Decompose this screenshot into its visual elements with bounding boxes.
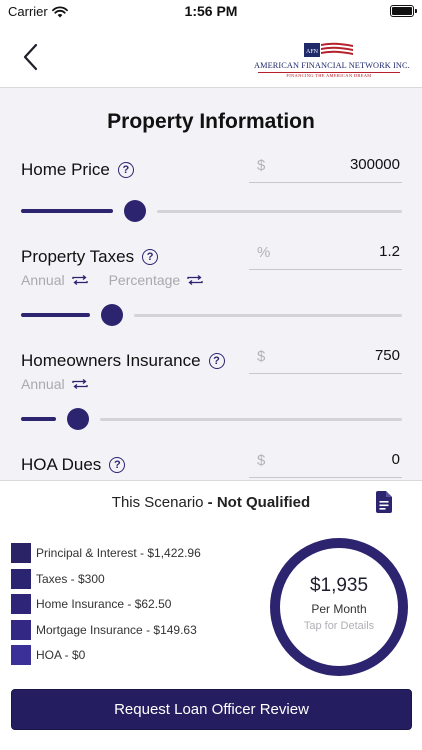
flag-logo-icon: AFN bbox=[304, 42, 353, 57]
legend-label: Taxes - $300 bbox=[36, 571, 105, 586]
logo-tagline: FINANCING THE AMERICAN DREAM bbox=[286, 73, 372, 78]
property-taxes-input[interactable]: % 1.2 bbox=[249, 240, 402, 270]
tax-mode-label: Percentage bbox=[108, 272, 181, 288]
homeowners-insurance-toggles: Annual bbox=[21, 376, 89, 392]
monthly-payment-amount: $1,935 bbox=[309, 575, 369, 596]
homeowners-insurance-label: Homeowners Insurance bbox=[21, 351, 201, 370]
company-logo: AFN AMERICAN FINANCIAL NETWORK INC. FINA… bbox=[254, 40, 410, 84]
legend-swatch bbox=[11, 543, 31, 563]
homeowners-insurance-help-icon[interactable]: ? bbox=[208, 353, 225, 369]
home-price-label: Home Price bbox=[21, 160, 110, 179]
payment-summary-panel: This Scenario - Not Qualified Principal … bbox=[0, 480, 422, 750]
status-time: 1:56 PM bbox=[184, 3, 238, 19]
slider-thumb[interactable] bbox=[67, 408, 89, 430]
monthly-payment-donut[interactable]: $1,935 Per Month Tap for Details bbox=[270, 538, 408, 676]
homeowners-insurance-value: 750 bbox=[374, 347, 400, 364]
legend-item: Principal & Interest - $1,422.96 bbox=[11, 543, 201, 563]
hoa-dues-help-icon[interactable]: ? bbox=[109, 457, 126, 473]
slider-fill bbox=[21, 313, 90, 317]
slider-track bbox=[134, 314, 402, 317]
property-taxes-toggles: Annual Percentage bbox=[21, 272, 204, 288]
scenario-qualification: - Not Qualified bbox=[203, 494, 311, 511]
repeat-icon bbox=[71, 274, 88, 286]
tax-period-toggle[interactable]: Annual bbox=[21, 272, 89, 288]
slider-thumb[interactable] bbox=[101, 304, 123, 326]
payment-breakdown-legend: Principal & Interest - $1,422.96 Taxes -… bbox=[11, 543, 201, 671]
tap-for-details-hint: Tap for Details bbox=[303, 620, 375, 632]
legend-label: Home Insurance - $62.50 bbox=[36, 597, 172, 612]
hoa-dues-label: HOA Dues bbox=[21, 455, 102, 474]
status-bar: Carrier 1:56 PM bbox=[0, 0, 422, 24]
home-price-help-icon[interactable]: ? bbox=[117, 162, 134, 178]
home-price-input[interactable]: $ 300000 bbox=[249, 153, 402, 183]
tax-period-label: Annual bbox=[21, 272, 65, 288]
legend-label: Principal & Interest - $1,422.96 bbox=[36, 546, 201, 560]
legend-item: HOA - $0 bbox=[11, 645, 201, 666]
insurance-period-toggle[interactable]: Annual bbox=[21, 376, 89, 392]
property-taxes-value: 1.2 bbox=[379, 243, 400, 260]
slider-track bbox=[100, 418, 402, 421]
legend-item: Taxes - $300 bbox=[11, 568, 201, 589]
document-icon[interactable] bbox=[376, 491, 392, 513]
logo-company-name: AMERICAN FINANCIAL NETWORK INC. bbox=[254, 61, 410, 70]
hoa-dues-unit: $ bbox=[257, 452, 266, 469]
legend-label: HOA - $0 bbox=[36, 648, 86, 663]
property-form[interactable]: Property Information Home Price ? $ 3000… bbox=[0, 88, 422, 480]
tax-mode-toggle[interactable]: Percentage bbox=[109, 272, 205, 288]
repeat-icon bbox=[71, 378, 88, 390]
homeowners-insurance-input[interactable]: $ 750 bbox=[249, 344, 402, 374]
legend-item: Mortgage Insurance - $149.63 bbox=[11, 619, 201, 640]
home-price-label-row: Home Price ? bbox=[21, 160, 134, 180]
homeowners-insurance-slider[interactable] bbox=[21, 407, 402, 431]
scenario-prefix: This Scenario bbox=[111, 494, 204, 511]
property-taxes-unit: % bbox=[257, 244, 271, 261]
hoa-dues-label-row: HOA Dues ? bbox=[21, 455, 126, 475]
homeowners-insurance-label-row: Homeowners Insurance ? bbox=[21, 351, 225, 371]
home-price-slider[interactable] bbox=[21, 199, 402, 223]
battery-icon bbox=[390, 5, 417, 17]
scenario-status: This Scenario - Not Qualified bbox=[0, 494, 422, 511]
page-title: Property Information bbox=[107, 110, 315, 133]
property-taxes-label-row: Property Taxes ? bbox=[21, 247, 159, 267]
property-taxes-label: Property Taxes bbox=[21, 247, 135, 266]
hoa-dues-value: 0 bbox=[391, 451, 400, 468]
legend-swatch bbox=[11, 568, 31, 589]
property-taxes-help-icon[interactable]: ? bbox=[142, 249, 159, 265]
chevron-left-icon bbox=[23, 43, 38, 71]
monthly-payment-label: Per Month bbox=[311, 602, 367, 616]
home-price-value: 300000 bbox=[349, 156, 400, 173]
slider-thumb[interactable] bbox=[124, 200, 146, 222]
slider-track bbox=[157, 210, 402, 213]
legend-item: Home Insurance - $62.50 bbox=[11, 594, 201, 615]
slider-fill bbox=[21, 417, 56, 421]
legend-swatch bbox=[11, 594, 31, 615]
nav-bar: AFN AMERICAN FINANCIAL NETWORK INC. FINA… bbox=[0, 24, 422, 88]
property-taxes-slider[interactable] bbox=[21, 303, 402, 327]
request-review-button[interactable]: Request Loan Officer Review bbox=[11, 689, 412, 730]
insurance-period-label: Annual bbox=[21, 376, 65, 392]
back-button[interactable] bbox=[16, 40, 46, 74]
legend-swatch bbox=[11, 619, 31, 640]
legend-label: Mortgage Insurance - $149.63 bbox=[36, 622, 197, 637]
slider-fill bbox=[21, 209, 113, 213]
homeowners-insurance-unit: $ bbox=[257, 348, 266, 365]
hoa-dues-input[interactable]: $ 0 bbox=[249, 448, 402, 478]
legend-swatch bbox=[11, 645, 31, 666]
repeat-icon bbox=[187, 274, 203, 286]
logo-badge: AFN bbox=[306, 49, 319, 55]
home-price-unit: $ bbox=[257, 157, 266, 174]
